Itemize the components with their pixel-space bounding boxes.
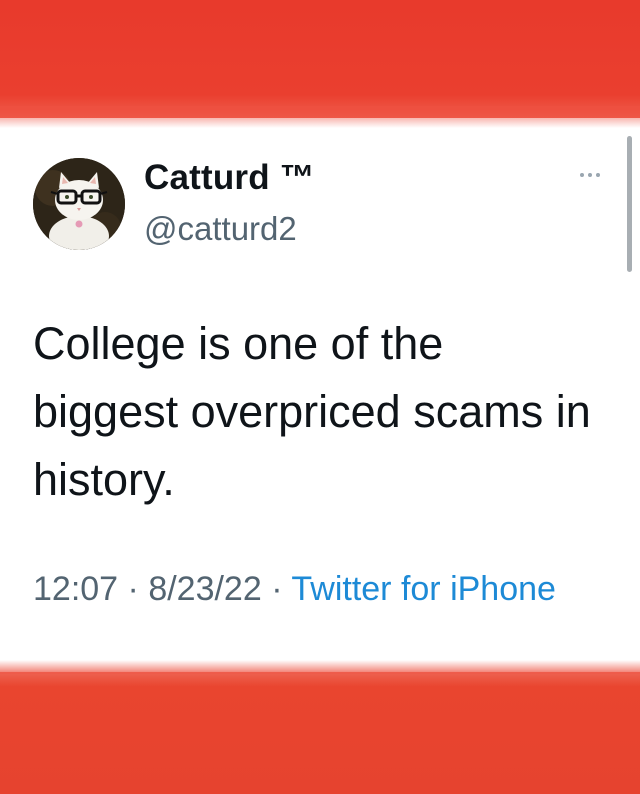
user-handle[interactable]: @catturd2 xyxy=(144,210,297,248)
bottom-red-banner xyxy=(0,660,640,794)
separator: · xyxy=(118,570,149,608)
tweet-metadata: 12:07 · 8/23/22 · Twitter for iPhone xyxy=(33,562,613,616)
dot xyxy=(596,173,600,177)
top-red-banner xyxy=(0,0,640,128)
tweet-time[interactable]: 12:07 xyxy=(33,570,118,608)
tweet-text: College is one of the biggest overpriced… xyxy=(33,318,591,505)
dot xyxy=(588,173,592,177)
more-options-icon[interactable] xyxy=(573,168,607,182)
scrollbar[interactable] xyxy=(627,136,632,272)
separator: · xyxy=(261,570,292,608)
tweet-card: Catturd ™ @catturd2 College is one of th… xyxy=(0,118,640,672)
tweet-date[interactable]: 8/23/22 xyxy=(148,570,261,608)
cat-avatar-icon xyxy=(33,158,125,250)
display-name[interactable]: Catturd ™ xyxy=(144,158,315,198)
dot xyxy=(580,173,584,177)
tweet-source-link[interactable]: Twitter for iPhone xyxy=(291,570,556,608)
avatar[interactable] xyxy=(33,158,125,250)
